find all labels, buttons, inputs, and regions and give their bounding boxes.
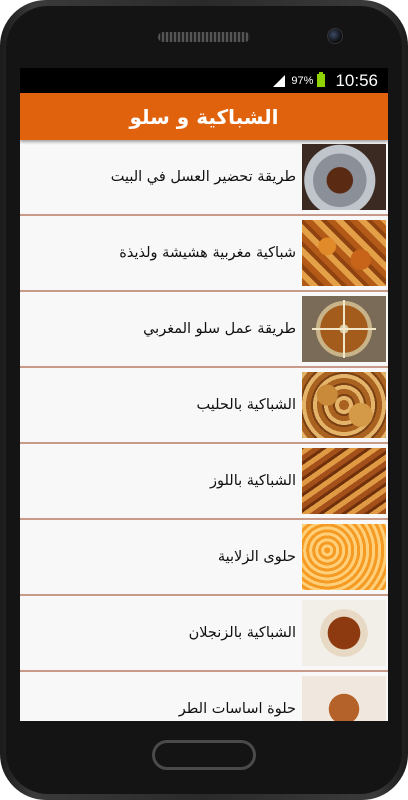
clock: 10:56 [335,70,378,90]
list-item-thumbnail [302,372,386,438]
list-item-label: حلوة اساسات الطر [178,701,296,717]
list-item-label: شباكية مغربية هشيشة ولذيذة [119,245,296,261]
screen: 97% 10:56 الشباكية و سلو طريقة تحضير الع… [20,68,388,721]
list-item-thumbnail [302,448,386,514]
phone-frame: 97% 10:56 الشباكية و سلو طريقة تحضير الع… [0,0,408,800]
battery-percent: 97% [291,74,314,87]
list-item-label: حلوى الزلابية [217,549,296,565]
list-item[interactable]: حلوة اساسات الطر [20,672,388,721]
list-item-label: الشباكية بالزنجلان [188,625,296,641]
signal-icon [273,74,286,87]
battery-icon [317,72,326,87]
list-item[interactable]: حلوى الزلابية [20,520,388,596]
front-camera [327,28,343,44]
list-item-thumbnail [302,144,386,210]
list-item[interactable]: طريقة عمل سلو المغربي [20,292,388,368]
app-bar: الشباكية و سلو [20,93,388,140]
list-item-thumbnail [302,524,386,590]
list-item-thumbnail [302,220,386,286]
list-item[interactable]: طريقة تحضير العسل في البيت [20,140,388,216]
home-button[interactable] [152,740,256,770]
speaker-grille [158,32,250,42]
list-item[interactable]: شباكية مغربية هشيشة ولذيذة [20,216,388,292]
list-item-label: طريقة تحضير العسل في البيت [110,169,296,185]
status-bar: 97% 10:56 [20,68,388,93]
list-item[interactable]: الشباكية باللوز [20,444,388,520]
recipe-list[interactable]: طريقة تحضير العسل في البيت شباكية مغربية… [20,140,388,721]
list-item-thumbnail [302,296,386,362]
list-item-label: الشباكية بالحليب [196,397,296,413]
list-item[interactable]: الشباكية بالزنجلان [20,596,388,672]
list-item-label: الشباكية باللوز [209,473,296,489]
list-item-thumbnail [302,676,386,721]
page-title: الشباكية و سلو [129,104,279,129]
list-item-thumbnail [302,600,386,666]
list-item[interactable]: الشباكية بالحليب [20,368,388,444]
list-item-label: طريقة عمل سلو المغربي [143,321,296,337]
